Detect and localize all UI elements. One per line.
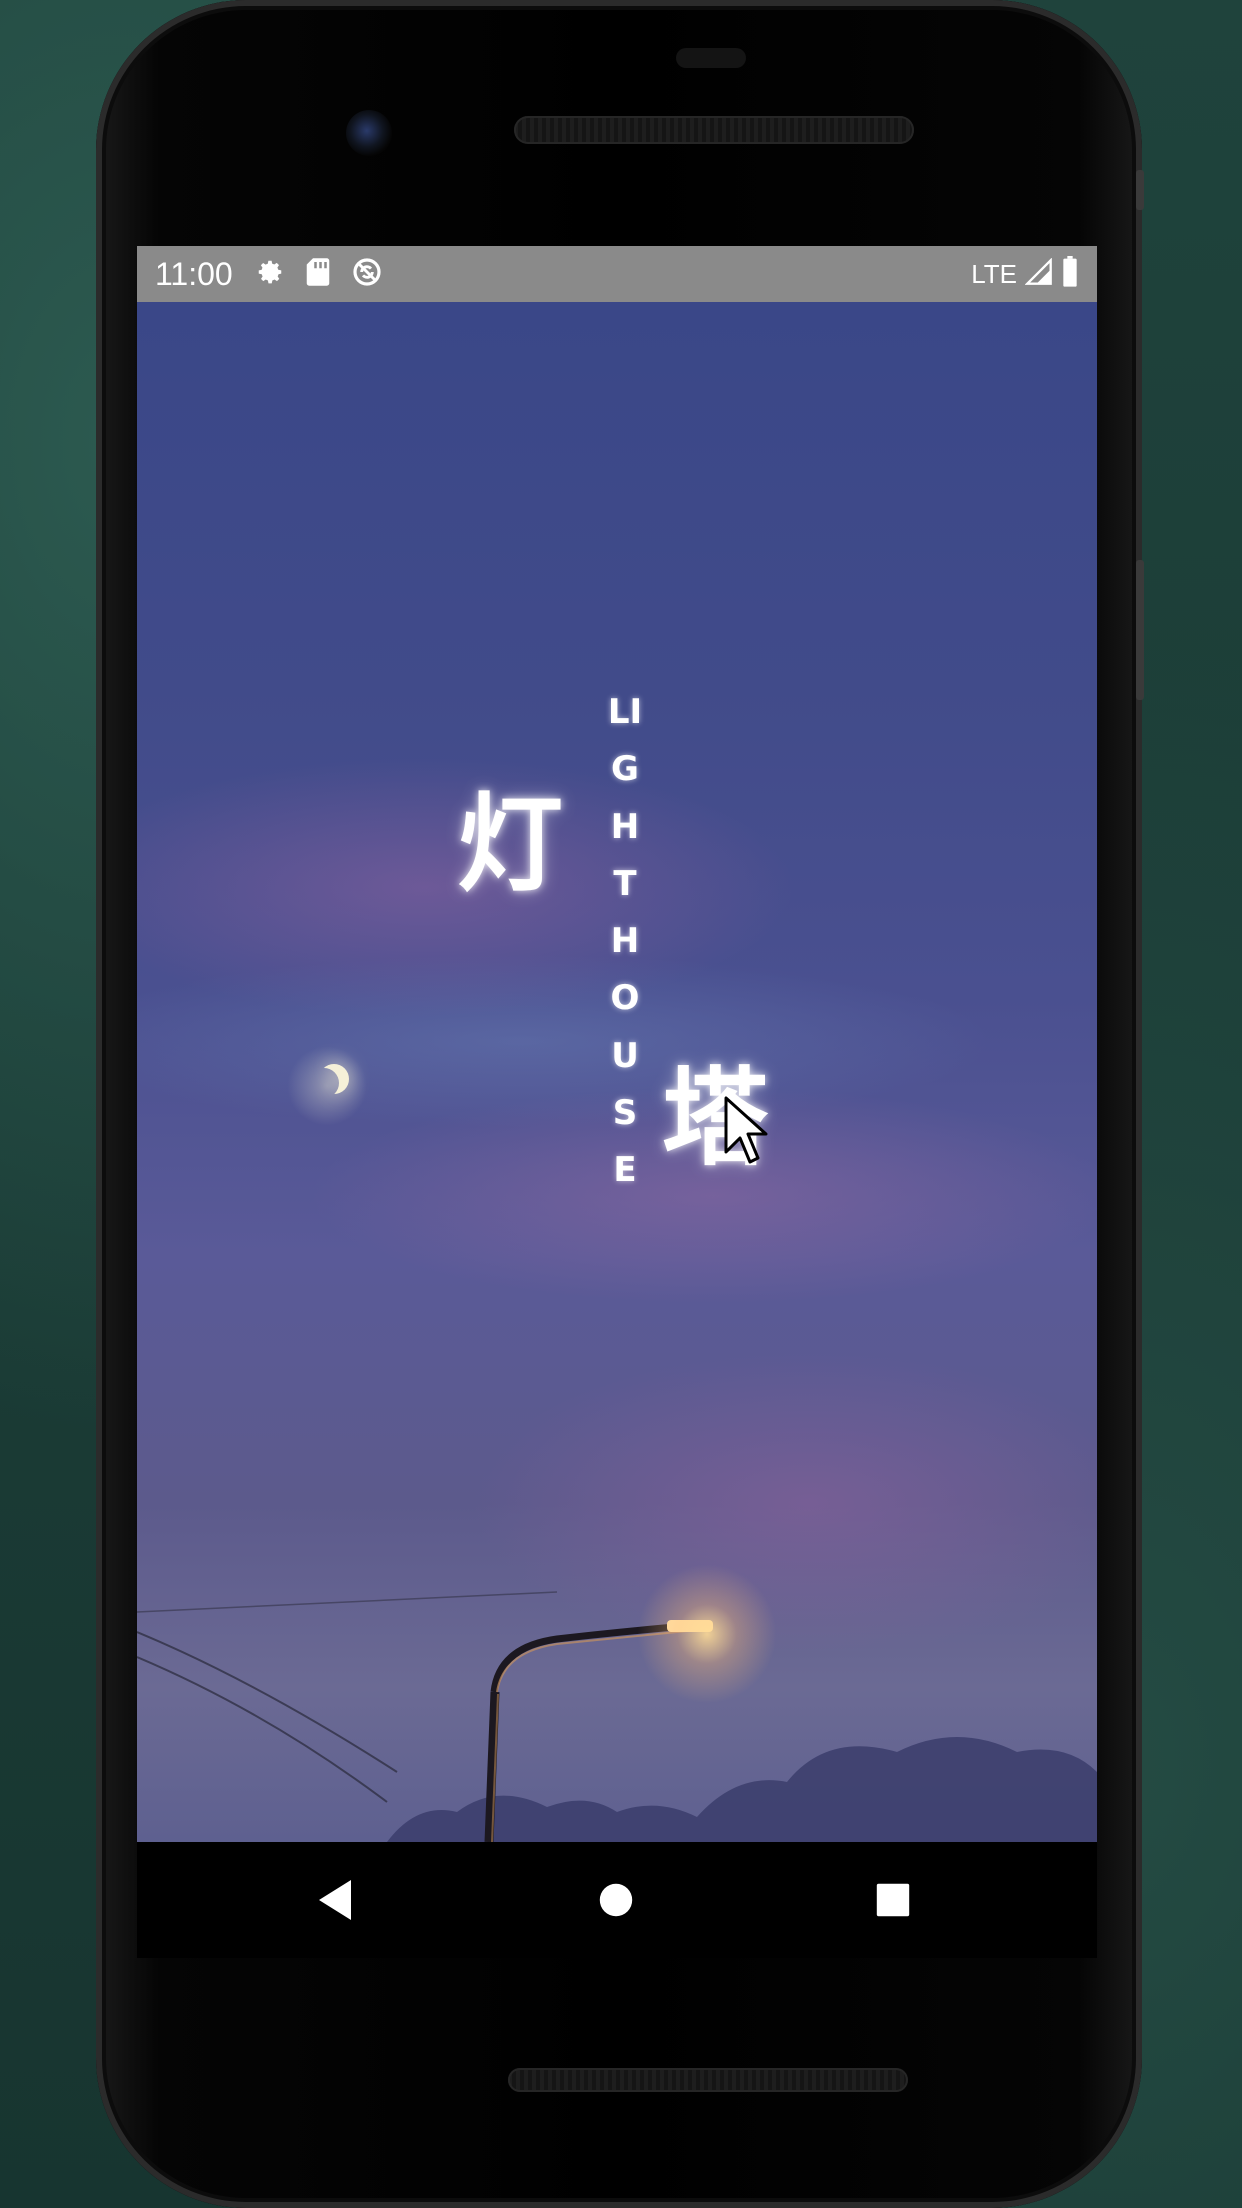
front-camera xyxy=(346,110,392,156)
back-icon xyxy=(319,1880,351,1920)
bottom-speaker xyxy=(508,2068,908,2092)
earpiece-speaker xyxy=(514,116,914,144)
navigation-bar xyxy=(137,1842,1097,1958)
recents-icon xyxy=(876,1883,910,1917)
phone-top-notch xyxy=(676,48,746,68)
recents-button[interactable] xyxy=(833,1842,953,1958)
home-icon xyxy=(599,1883,633,1917)
volume-button[interactable] xyxy=(1136,560,1144,700)
phone-screen: 11:00 LTE 灯 LIGHTHOUSE 塔 xyxy=(137,246,1097,1842)
power-button[interactable] xyxy=(1136,170,1144,210)
splash-title: 灯 LIGHTHOUSE 塔 xyxy=(137,246,1097,1786)
home-button[interactable] xyxy=(556,1842,676,1958)
back-button[interactable] xyxy=(275,1842,395,1958)
title-chinese-first: 灯 xyxy=(457,783,563,906)
title-english-vertical: LIGHTHOUSE xyxy=(607,692,643,1191)
mouse-cursor-icon xyxy=(724,1096,772,1172)
